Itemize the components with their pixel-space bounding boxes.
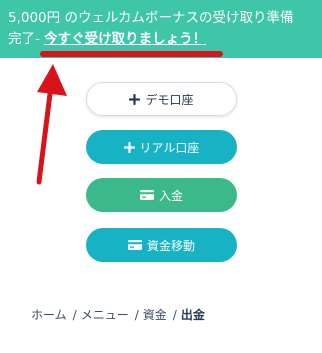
plus-icon [123,141,135,153]
annotation-arrow-icon [36,64,67,185]
breadcrumb-menu[interactable]: メニュー [81,308,129,322]
plus-icon [129,93,141,105]
card-icon [139,190,154,200]
breadcrumb-current: 出金 [180,308,205,322]
breadcrumb-funds[interactable]: 資金 [143,308,167,322]
banner-line-2: 完了- 今すぐ受け取りましょう！ [8,29,314,50]
welcome-bonus-banner: 5,000円 のウェルカムボーナスの受け取り準備 完了- 今すぐ受け取りましょう… [0,0,322,58]
annotation-underline [40,51,223,57]
card-icon [127,240,142,250]
breadcrumb-home[interactable]: ホーム [31,308,67,322]
demo-account-button[interactable]: デモ口座 [86,82,237,116]
banner-line-1: 5,000円 のウェルカムボーナスの受け取り準備 [8,10,294,26]
claim-bonus-link[interactable]: 今すぐ受け取りましょう！ [44,31,206,47]
breadcrumb: ホーム / メニュー / 資金 / 出金 [31,306,205,323]
demo-account-label: デモ口座 [145,92,194,107]
breadcrumb-separator: / [134,308,139,322]
fund-transfer-button[interactable]: 資金移動 [86,228,237,262]
breadcrumb-separator: / [72,308,77,322]
real-account-button[interactable]: リアル口座 [86,130,237,164]
deposit-label: 入金 [158,188,183,203]
breadcrumb-separator: / [172,308,177,322]
deposit-button[interactable]: 入金 [86,178,237,212]
fund-transfer-label: 資金移動 [146,238,195,253]
banner-prefix: 完了- [8,31,45,47]
real-account-label: リアル口座 [139,140,200,155]
